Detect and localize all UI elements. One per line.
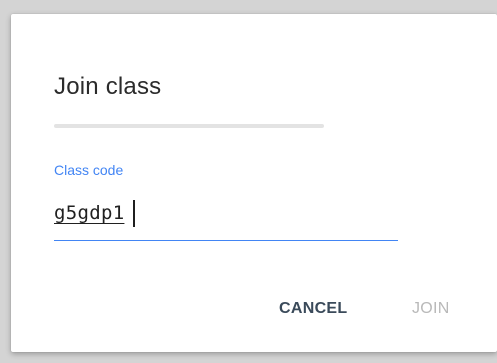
field-underline (54, 240, 398, 241)
text-cursor (133, 199, 136, 227)
class-code-field[interactable]: Class code g5gdp1 (54, 161, 398, 245)
join-button[interactable]: JOIN (412, 297, 450, 321)
cancel-button[interactable]: CANCEL (279, 297, 347, 321)
join-class-dialog: Join class Class code g5gdp1 CANCEL JOIN (11, 14, 497, 352)
dialog-actions: CANCEL JOIN (11, 297, 497, 321)
class-code-input[interactable]: g5gdp1 (54, 199, 136, 227)
title-divider (54, 124, 324, 128)
class-code-value: g5gdp1 (54, 202, 125, 224)
class-code-label: Class code (54, 162, 124, 178)
dialog-title: Join class (54, 73, 162, 100)
